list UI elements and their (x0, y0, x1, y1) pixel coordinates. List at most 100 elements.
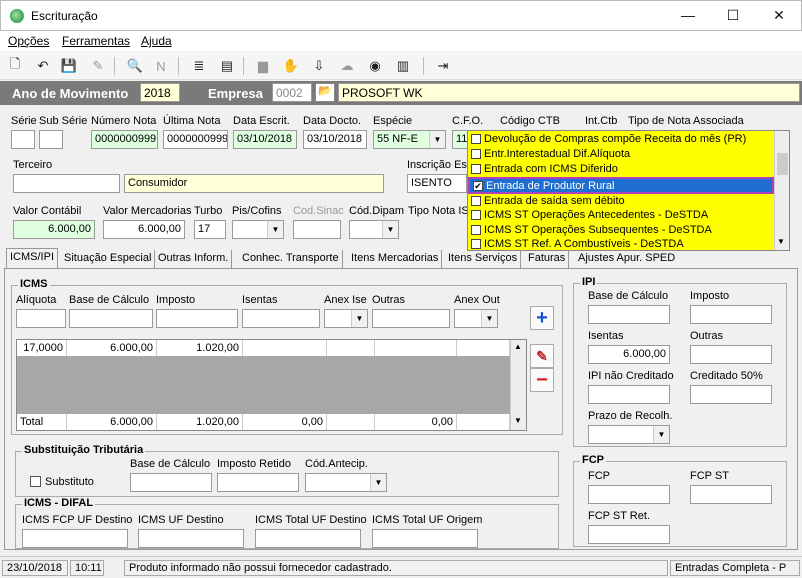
ultima-input[interactable]: 0000000999 (163, 130, 228, 149)
terceiro-code-input[interactable] (13, 174, 120, 193)
exit-icon[interactable]: ⇥ (434, 57, 452, 75)
undo-icon[interactable]: ↶ (34, 57, 52, 75)
especie-select[interactable]: 55 NF-E ▼ (373, 130, 446, 149)
dropdown-item[interactable]: Devolução de Compras compõe Receita do m… (468, 132, 774, 147)
dropdown-scrollbar[interactable]: ▼ (774, 131, 789, 250)
dropdown-item-selected[interactable]: ✔ Entrada de Produtor Rural (468, 177, 774, 194)
chevron-down-icon[interactable]: ▼ (514, 416, 522, 425)
chevron-down-icon[interactable]: ▼ (351, 310, 367, 327)
checkbox-checked[interactable]: ✔ (473, 181, 483, 191)
chevron-down-icon[interactable]: ▼ (370, 474, 386, 491)
menu-opcoes[interactable]: Opções (8, 34, 49, 48)
ipi-imposto-input[interactable] (690, 305, 772, 324)
valor-merc-input[interactable]: 6.000,00 (103, 220, 185, 239)
checkbox[interactable] (471, 164, 481, 174)
checkbox[interactable] (471, 210, 481, 220)
tab-faturas[interactable]: Faturas (525, 250, 570, 268)
brush-icon[interactable]: ✎ (89, 57, 107, 75)
grid-scrollbar[interactable]: ▲ ▼ (510, 340, 526, 430)
chevron-up-icon[interactable]: ▲ (514, 342, 522, 351)
serie-input[interactable] (11, 130, 35, 149)
st-imposto-input[interactable] (217, 473, 299, 492)
fcp-st-ret-input[interactable] (588, 525, 670, 544)
data-docto-input[interactable]: 03/10/2018 (303, 130, 367, 149)
chevron-down-icon[interactable]: ▼ (429, 131, 445, 148)
empresa-code-input[interactable]: 0002 (272, 83, 312, 102)
menu-ajuda[interactable]: Ajuda (141, 34, 172, 48)
download-icon[interactable]: ⇩ (310, 57, 328, 75)
ipi-prazo-select[interactable]: ▼ (588, 425, 670, 444)
chevron-down-icon[interactable]: ▼ (653, 426, 669, 443)
tab-ajustes-apur-sped[interactable]: Ajustes Apur. SPED (575, 250, 678, 268)
chevron-down-icon[interactable]: ▼ (481, 310, 497, 327)
chevron-down-icon[interactable]: ▼ (382, 221, 398, 238)
folder-icon[interactable]: ▆ (254, 57, 272, 75)
icms-grid[interactable]: 17,0000 6.000,00 1.020,00 Total 6.000,00… (16, 339, 527, 431)
tab-situacao-especial[interactable]: Situação Especial (61, 250, 156, 268)
edit-icon[interactable]: ✎ (530, 344, 554, 368)
substituto-checkbox[interactable] (30, 476, 41, 487)
outras-input[interactable] (372, 309, 450, 328)
aliquota-input[interactable] (16, 309, 66, 328)
uf-dest-input[interactable] (138, 529, 244, 548)
chevron-down-icon[interactable]: ▼ (777, 237, 785, 246)
ipi-isentas-input[interactable]: 6.000,00 (588, 345, 670, 364)
tab-outras-inform[interactable]: Outras Inform. (155, 250, 233, 268)
fcp-input[interactable] (588, 485, 670, 504)
ipi-cred50-input[interactable] (690, 385, 772, 404)
isentas-input[interactable] (242, 309, 320, 328)
add-icon[interactable]: + (530, 306, 554, 330)
new-icon[interactable]: 🗋 (6, 56, 24, 75)
tab-icms-ipi[interactable]: ICMS/IPI (6, 248, 59, 268)
ipi-outras-input[interactable] (690, 345, 772, 364)
st-base-input[interactable] (130, 473, 212, 492)
menu-ferramentas[interactable]: Ferramentas (62, 34, 130, 48)
nfe-icon[interactable]: N (152, 57, 170, 75)
turbo-input[interactable]: 17 (194, 220, 226, 239)
inscricao-input[interactable]: ISENTO (407, 174, 467, 193)
maximize-button[interactable]: ☐ (718, 7, 748, 24)
ipi-base-input[interactable] (588, 305, 670, 324)
ano-input[interactable]: 2018 (140, 83, 180, 102)
dropdown-item[interactable]: ICMS ST Operações Subsequentes - DeSTDA (468, 223, 774, 238)
valor-contabil-input[interactable]: 6.000,00 (13, 220, 95, 239)
dropdown-item[interactable]: Entr.Interestadual Dif.Alíquota (468, 147, 774, 162)
numero-input[interactable]: 0000000999 (91, 130, 158, 149)
total-dest-input[interactable] (255, 529, 361, 548)
dropdown-item[interactable]: Entrada com ICMS Diferido (468, 162, 774, 177)
ipi-nao-cred-input[interactable] (588, 385, 670, 404)
fcp-st-input[interactable] (690, 485, 772, 504)
remove-icon[interactable]: − (530, 368, 554, 392)
preview-icon[interactable]: 🔍 (126, 57, 144, 75)
table-row[interactable]: 17,0000 6.000,00 1.020,00 (17, 340, 510, 356)
columns-icon[interactable]: ▥ (394, 57, 412, 75)
cb-icon[interactable]: ◉ (366, 57, 384, 75)
checkbox[interactable] (471, 149, 481, 159)
tree-icon[interactable]: ≣ (190, 57, 208, 75)
st-cod-select[interactable]: ▼ (305, 473, 387, 492)
subserie-input[interactable] (39, 130, 63, 149)
close-button[interactable]: ✕ (764, 7, 794, 24)
open-folder-icon[interactable]: 📂 (315, 83, 335, 102)
cloud-icon[interactable]: ☁ (338, 57, 356, 75)
tab-itens-servicos[interactable]: Itens Serviços (445, 250, 522, 268)
checkbox[interactable] (471, 196, 481, 206)
dropdown-item[interactable]: Entrada de saída sem débito (468, 194, 774, 209)
scroll-thumb[interactable] (777, 153, 788, 175)
save-icon[interactable]: 💾 (60, 57, 78, 75)
fcp-uf-input[interactable] (22, 529, 128, 548)
tipo-nota-dropdown[interactable]: Devolução de Compras compõe Receita do m… (467, 130, 790, 251)
stack-icon[interactable]: ▤ (218, 57, 236, 75)
base-input[interactable] (69, 309, 153, 328)
anex-ise-select[interactable]: ▼ (324, 309, 368, 328)
checkbox[interactable] (471, 134, 481, 144)
tab-conhec-transporte[interactable]: Conhec. Transporte (239, 250, 343, 268)
tab-itens-mercadorias[interactable]: Itens Mercadorias (348, 250, 443, 268)
pis-select[interactable]: ▼ (232, 220, 284, 239)
cod-dipam-select[interactable]: ▼ (349, 220, 399, 239)
checkbox[interactable] (471, 225, 481, 235)
minimize-button[interactable]: — (673, 7, 703, 23)
anex-out-select[interactable]: ▼ (454, 309, 498, 328)
imposto-input[interactable] (156, 309, 238, 328)
total-orig-input[interactable] (372, 529, 478, 548)
